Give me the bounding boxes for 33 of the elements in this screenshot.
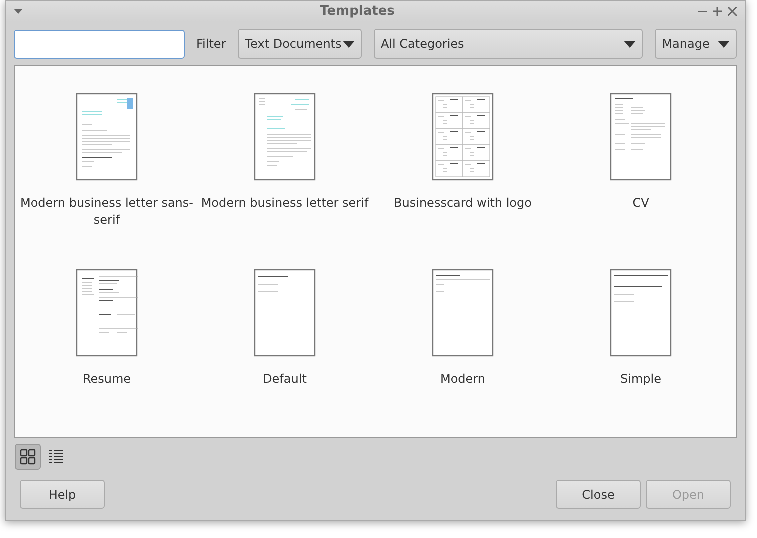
template-name[interactable]: Modern <box>375 371 551 388</box>
caret-icon <box>624 40 636 48</box>
caret-icon <box>718 40 730 48</box>
template-name[interactable]: Modern business letter serif <box>197 195 373 212</box>
template-thumbnail[interactable] <box>76 93 138 181</box>
window-title: Templates <box>319 4 396 19</box>
filter-label: Filter <box>196 37 228 51</box>
caret-icon <box>342 40 355 48</box>
template-name[interactable]: Businesscard with logo <box>375 195 551 212</box>
template-thumbnail[interactable] <box>432 93 494 181</box>
close-icon[interactable] <box>728 7 737 16</box>
template-thumbnail[interactable] <box>432 269 494 357</box>
menu-caret-icon[interactable] <box>14 9 23 14</box>
grid-view-icon <box>20 449 36 465</box>
dialog-button[interactable]: Close <box>556 480 641 509</box>
category-dropdown[interactable]: All Categories <box>374 29 644 59</box>
template-name[interactable]: Simple <box>553 371 729 388</box>
template-thumbnail[interactable] <box>610 93 672 181</box>
template-thumbnail[interactable] <box>610 269 672 357</box>
application-dropdown[interactable]: Text Documents <box>238 29 362 59</box>
dialog-button[interactable]: Help <box>20 480 105 509</box>
search-field[interactable] <box>14 30 185 58</box>
maximize-icon[interactable] <box>713 7 722 16</box>
template-name[interactable]: CV <box>553 195 729 212</box>
template-name[interactable]: Resume <box>19 371 195 388</box>
template-thumbnail[interactable] <box>254 269 316 357</box>
thumbnail-view-button[interactable] <box>15 444 41 470</box>
template-name[interactable]: Default <box>197 371 373 388</box>
list-view-icon <box>48 449 64 465</box>
template-name[interactable]: Modern business letter sans-serif <box>19 195 195 229</box>
template-thumbnail[interactable] <box>254 93 316 181</box>
manage-button[interactable]: Manage <box>655 29 737 59</box>
template-thumbnail[interactable] <box>76 269 138 357</box>
